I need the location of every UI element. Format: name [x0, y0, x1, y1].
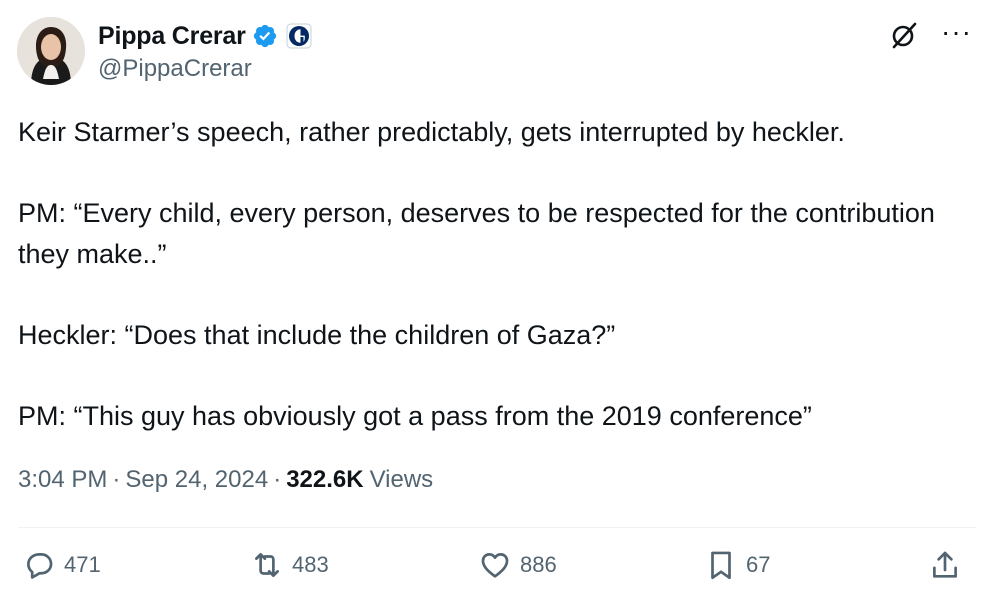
guardian-affiliate-icon[interactable] — [286, 23, 312, 49]
tweet-paragraph: PM: “Every child, every person, deserves… — [18, 198, 943, 269]
repost-button[interactable]: 483 — [250, 548, 329, 582]
heart-icon — [481, 553, 509, 578]
reply-icon — [27, 553, 53, 579]
reply-button[interactable]: 471 — [22, 548, 101, 582]
bookmark-button[interactable]: 67 — [704, 548, 770, 582]
share-icon — [933, 551, 957, 578]
bookmark-icon — [711, 551, 731, 580]
tweet-date[interactable]: Sep 24, 2024 — [125, 466, 268, 494]
repost-icon — [255, 553, 279, 577]
reply-count: 471 — [64, 552, 101, 577]
author-name-row: Pippa Crerar — [98, 20, 312, 52]
tweet-header-actions: ··· — [889, 17, 972, 55]
share-button[interactable] — [928, 548, 962, 582]
like-button[interactable]: 886 — [478, 548, 557, 582]
avatar[interactable] — [17, 17, 85, 85]
grok-icon[interactable] — [889, 20, 919, 55]
views-label: Views — [369, 466, 434, 493]
tweet-paragraph: PM: “This guy has obviously got a pass f… — [18, 400, 812, 431]
meta-separator: · — [273, 466, 282, 493]
meta-separator: · — [112, 466, 121, 493]
tweet-paragraph: Heckler: “Does that include the children… — [18, 319, 616, 350]
tweet-time[interactable]: 3:04 PM — [18, 466, 107, 494]
divider — [18, 527, 976, 528]
views-count: 322.6K — [286, 466, 364, 493]
tweet-paragraph: Keir Starmer’s speech, rather predictabl… — [18, 117, 845, 147]
tweet-text: Keir Starmer’s speech, rather predictabl… — [18, 112, 978, 477]
author-display-name[interactable]: Pippa Crerar — [98, 22, 246, 51]
bookmark-count: 67 — [746, 552, 771, 577]
verified-badge-icon[interactable] — [252, 23, 278, 49]
tweet-action-bar: 471 483 886 67 — [18, 548, 976, 594]
repost-count: 483 — [292, 552, 329, 577]
avatar-portrait — [17, 17, 85, 85]
tweet-meta: 3:04 PM · Sep 24, 2024 · 322.6K Views — [18, 466, 433, 494]
like-count: 886 — [520, 552, 557, 577]
more-icon[interactable]: ··· — [941, 17, 972, 46]
author-handle[interactable]: @PippaCrerar — [98, 55, 252, 83]
